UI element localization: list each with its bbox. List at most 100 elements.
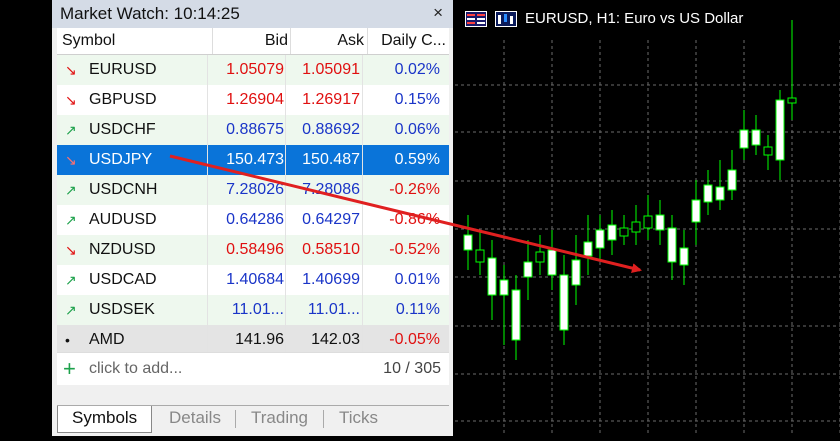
candle-body: [607, 224, 617, 241]
arrow-up-icon: ↗: [65, 212, 77, 228]
candle-body: [667, 227, 677, 263]
bid-price: 1.40684: [226, 271, 284, 288]
table-row[interactable]: ↗ USDSEK 11.01... 11.01... 0.11%: [57, 295, 449, 325]
candle-body: [691, 199, 701, 223]
candle-body: [535, 251, 545, 263]
symbol-count: 10 / 305: [383, 360, 441, 377]
tab-trading[interactable]: Trading: [237, 406, 322, 432]
ask-price: 1.26917: [302, 91, 360, 108]
candle-body: [571, 259, 581, 286]
candle-body: [715, 186, 725, 201]
daily-change: 0.15%: [394, 91, 440, 108]
column-divider: [285, 205, 286, 235]
bid-price: 150.473: [226, 151, 284, 168]
price-chart[interactable]: EURUSD, H1: Euro vs US Dollar: [455, 0, 840, 436]
ask-price: 0.88692: [302, 121, 360, 138]
close-icon[interactable]: ×: [433, 3, 443, 23]
ask-price: 1.05091: [302, 61, 360, 78]
table-row[interactable]: ↗ USDCHF 0.88675 0.88692 0.06%: [57, 115, 449, 145]
candle-body: [499, 279, 509, 296]
symbol-name: EURUSD: [89, 61, 157, 78]
candle-body: [787, 97, 797, 104]
table-row[interactable]: ↗ USDCNH 7.28026 7.28086 -0.26%: [57, 175, 449, 205]
candlesticks: [463, 20, 797, 360]
daily-change: 0.11%: [395, 301, 440, 318]
bid-price: 11.01...: [231, 301, 284, 318]
candle-body: [655, 214, 665, 231]
candle-body: [703, 184, 713, 203]
symbol-name: USDJPY: [89, 151, 153, 168]
daily-change: 0.06%: [394, 121, 440, 138]
column-divider: [285, 175, 286, 205]
table-body: ↘ EURUSD 1.05079 1.05091 0.02% ↘ GBPUSD 1.26904…: [57, 55, 449, 355]
bid-price: 0.58496: [226, 241, 284, 258]
column-divider: [285, 325, 286, 355]
column-header-daily-change[interactable]: Daily C...: [367, 28, 450, 54]
bid-price: 7.28026: [226, 181, 284, 198]
add-symbol-label[interactable]: click to add...: [89, 353, 182, 385]
table-row[interactable]: • AMD 141.96 142.03 -0.05%: [57, 325, 449, 355]
column-divider: [285, 145, 286, 175]
arrow-down-icon: ↘: [65, 242, 77, 258]
chart-canvas: [455, 20, 840, 436]
column-divider: [285, 55, 286, 85]
candle-body: [727, 169, 737, 191]
candle-body: [763, 146, 773, 156]
arrow-down-icon: ↘: [65, 152, 77, 168]
symbol-name: NZDUSD: [89, 241, 156, 258]
tab-ticks[interactable]: Ticks: [325, 406, 392, 432]
tab-details[interactable]: Details: [155, 406, 235, 432]
arrow-up-icon: ↗: [65, 122, 77, 138]
candle-body: [559, 274, 569, 331]
one-click-trading-icon[interactable]: [495, 11, 517, 27]
candle-body: [511, 289, 521, 341]
symbol-name: USDCHF: [89, 121, 156, 138]
daily-change: -0.52%: [389, 241, 440, 258]
column-divider: [285, 265, 286, 295]
table-row[interactable]: ↘ USDJPY 150.473 150.487 0.59%: [57, 145, 449, 175]
table-row[interactable]: ↗ AUDUSD 0.64286 0.64297 -0.86%: [57, 205, 449, 235]
candle-body: [631, 221, 641, 233]
candle-body: [547, 249, 557, 276]
dot-icon: •: [65, 332, 70, 348]
candle-body: [643, 215, 653, 229]
chart-title: EURUSD, H1: Euro vs US Dollar: [525, 10, 744, 27]
column-header-bid[interactable]: Bid: [212, 28, 296, 54]
market-watch-title-bar[interactable]: Market Watch: 10:14:25 ×: [52, 0, 453, 28]
column-header-symbol[interactable]: Symbol: [62, 28, 115, 54]
tab-divider: [235, 410, 236, 428]
ask-price: 0.64297: [302, 211, 360, 228]
tab-divider: [323, 410, 324, 428]
arrow-up-icon: ↗: [65, 302, 77, 318]
table-row[interactable]: ↘ NZDUSD 0.58496 0.58510 -0.52%: [57, 235, 449, 265]
arrow-down-icon: ↘: [65, 62, 77, 78]
plus-icon[interactable]: +: [63, 355, 76, 383]
bid-price: 141.96: [235, 331, 284, 348]
bid-price: 0.88675: [226, 121, 284, 138]
symbol-name: AUDUSD: [89, 211, 157, 228]
bid-price: 1.26904: [226, 91, 284, 108]
bid-price: 0.64286: [226, 211, 284, 228]
candle-body: [751, 129, 761, 146]
ask-price: 150.487: [302, 151, 360, 168]
candle-body: [523, 261, 533, 278]
chart-grid-icon[interactable]: [465, 11, 487, 27]
arrow-up-icon: ↗: [65, 182, 77, 198]
tab-symbols[interactable]: Symbols: [57, 406, 153, 433]
daily-change: -0.05%: [389, 331, 440, 348]
table-row[interactable]: ↘ GBPUSD 1.26904 1.26917 0.15%: [57, 85, 449, 115]
candle-body: [463, 234, 473, 251]
market-watch-tabs: Symbols Details Trading Ticks: [57, 405, 449, 433]
column-divider: [285, 115, 286, 145]
add-symbol-row[interactable]: + click to add... 10 / 305: [57, 352, 449, 385]
table-row[interactable]: ↗ USDCAD 1.40684 1.40699 0.01%: [57, 265, 449, 295]
column-divider: [285, 295, 286, 325]
daily-change: 0.01%: [394, 271, 440, 288]
column-header-ask[interactable]: Ask: [290, 28, 368, 54]
table-row[interactable]: ↘ EURUSD 1.05079 1.05091 0.02%: [57, 55, 449, 85]
ask-price: 142.03: [311, 331, 360, 348]
candle-body: [775, 99, 785, 161]
symbol-name: USDCAD: [89, 271, 157, 288]
market-watch-title: Market Watch: 10:14:25: [60, 4, 240, 23]
symbols-table: Symbol Bid Ask Daily C... ↘ EURUSD 1.05079…: [57, 28, 449, 355]
